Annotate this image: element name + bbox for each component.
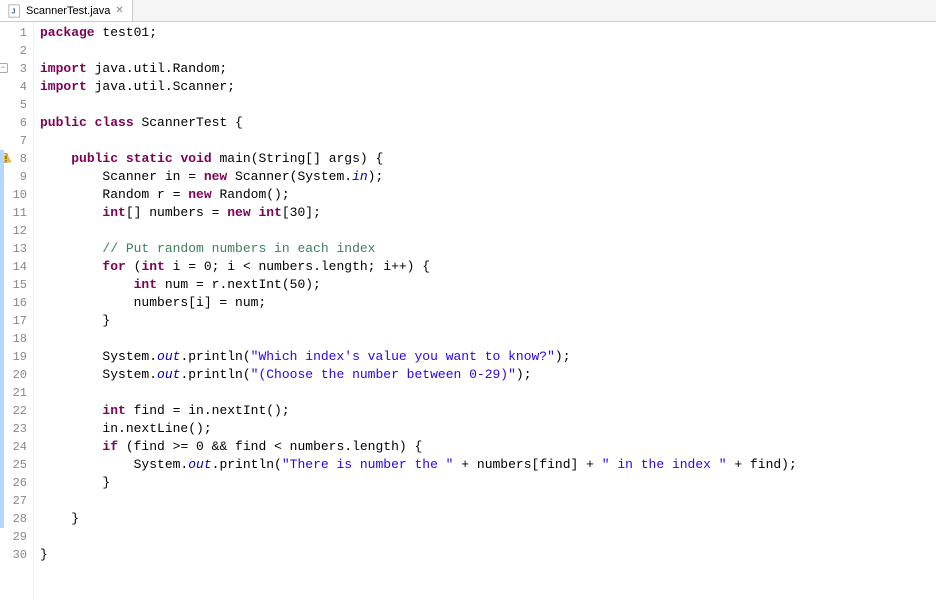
line-number: 13 bbox=[0, 240, 33, 258]
code-line[interactable]: numbers[i] = num; bbox=[40, 294, 936, 312]
line-number: 26 bbox=[0, 474, 33, 492]
line-number: 23 bbox=[0, 420, 33, 438]
code-line[interactable]: } bbox=[40, 474, 936, 492]
line-number: 29 bbox=[0, 528, 33, 546]
code-line[interactable]: Random r = new Random(); bbox=[40, 186, 936, 204]
editor-tab-bar: J ScannerTest.java ✕ bbox=[0, 0, 936, 22]
code-line[interactable]: Scanner in = new Scanner(System.in); bbox=[40, 168, 936, 186]
code-editor: 123−45678−910111213141516171819202122232… bbox=[0, 22, 936, 600]
line-number: 10 bbox=[0, 186, 33, 204]
line-number: 8− bbox=[0, 150, 33, 168]
code-line[interactable]: } bbox=[40, 510, 936, 528]
code-line[interactable]: // Put random numbers in each index bbox=[40, 240, 936, 258]
line-number: 9 bbox=[0, 168, 33, 186]
code-line[interactable] bbox=[40, 132, 936, 150]
line-number-gutter: 123−45678−910111213141516171819202122232… bbox=[0, 22, 34, 600]
line-number: 11 bbox=[0, 204, 33, 222]
editor-tab[interactable]: J ScannerTest.java ✕ bbox=[0, 0, 133, 21]
line-number: 12 bbox=[0, 222, 33, 240]
code-line[interactable] bbox=[40, 492, 936, 510]
line-number: 21 bbox=[0, 384, 33, 402]
code-line[interactable]: for (int i = 0; i < numbers.length; i++)… bbox=[40, 258, 936, 276]
code-line[interactable] bbox=[40, 528, 936, 546]
java-file-icon: J bbox=[8, 4, 22, 18]
svg-text:J: J bbox=[12, 8, 16, 15]
code-line[interactable]: int find = in.nextInt(); bbox=[40, 402, 936, 420]
code-line[interactable] bbox=[40, 330, 936, 348]
code-area[interactable]: package test01;import java.util.Random;i… bbox=[34, 22, 936, 600]
line-number: 18 bbox=[0, 330, 33, 348]
line-number: 3− bbox=[0, 60, 33, 78]
code-line[interactable]: in.nextLine(); bbox=[40, 420, 936, 438]
code-line[interactable] bbox=[40, 96, 936, 114]
line-number: 20 bbox=[0, 366, 33, 384]
code-line[interactable] bbox=[40, 222, 936, 240]
line-number: 2 bbox=[0, 42, 33, 60]
line-number: 27 bbox=[0, 492, 33, 510]
line-number: 14 bbox=[0, 258, 33, 276]
code-line[interactable]: System.out.println("Which index's value … bbox=[40, 348, 936, 366]
code-line[interactable]: public static void main(String[] args) { bbox=[40, 150, 936, 168]
line-number: 24 bbox=[0, 438, 33, 456]
code-line[interactable]: int num = r.nextInt(50); bbox=[40, 276, 936, 294]
line-number: 15 bbox=[0, 276, 33, 294]
code-line[interactable]: } bbox=[40, 546, 936, 564]
line-number: 7 bbox=[0, 132, 33, 150]
code-line[interactable]: import java.util.Random; bbox=[40, 60, 936, 78]
line-number: 16 bbox=[0, 294, 33, 312]
code-line[interactable]: System.out.println("(Choose the number b… bbox=[40, 366, 936, 384]
close-icon[interactable]: ✕ bbox=[114, 6, 124, 16]
code-line[interactable] bbox=[40, 42, 936, 60]
line-number: 22 bbox=[0, 402, 33, 420]
fold-toggle-icon[interactable]: − bbox=[0, 63, 8, 73]
tab-filename: ScannerTest.java bbox=[26, 5, 110, 17]
code-line[interactable]: } bbox=[40, 312, 936, 330]
code-line[interactable]: package test01; bbox=[40, 24, 936, 42]
line-number: 19 bbox=[0, 348, 33, 366]
line-number: 17 bbox=[0, 312, 33, 330]
code-line[interactable]: int[] numbers = new int[30]; bbox=[40, 204, 936, 222]
line-number: 25 bbox=[0, 456, 33, 474]
line-number: 30 bbox=[0, 546, 33, 564]
line-number: 4 bbox=[0, 78, 33, 96]
code-line[interactable]: if (find >= 0 && find < numbers.length) … bbox=[40, 438, 936, 456]
code-line[interactable]: System.out.println("There is number the … bbox=[40, 456, 936, 474]
line-number: 6 bbox=[0, 114, 33, 132]
line-number: 28 bbox=[0, 510, 33, 528]
line-number: 5 bbox=[0, 96, 33, 114]
code-line[interactable] bbox=[40, 384, 936, 402]
line-number: 1 bbox=[0, 24, 33, 42]
code-line[interactable]: public class ScannerTest { bbox=[40, 114, 936, 132]
code-line[interactable]: import java.util.Scanner; bbox=[40, 78, 936, 96]
